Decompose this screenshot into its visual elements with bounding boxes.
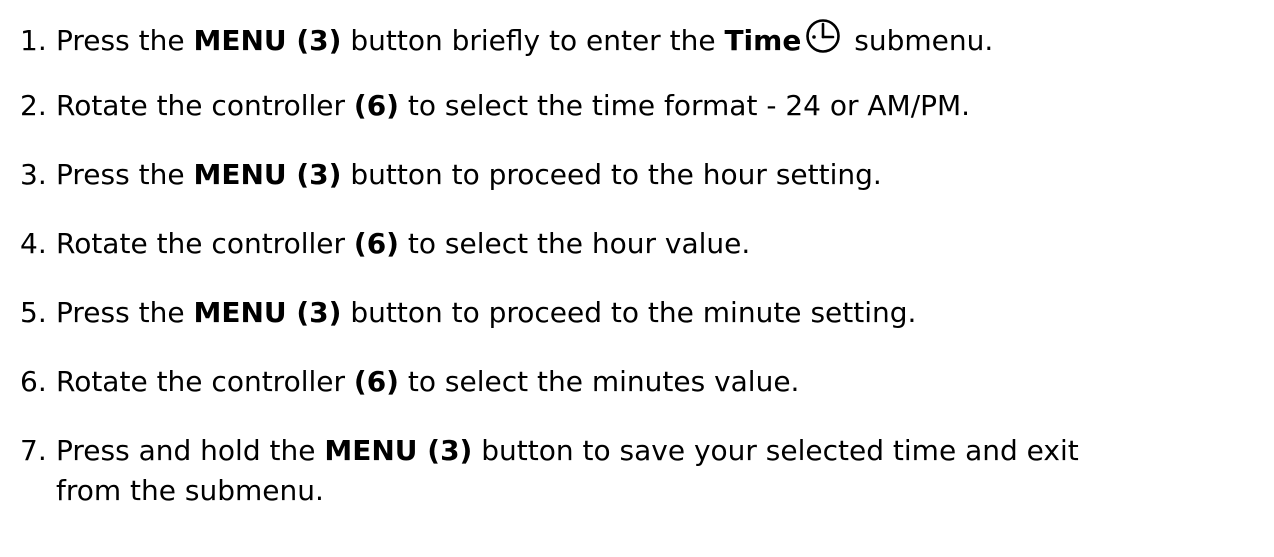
step-number: 6. (20, 365, 47, 398)
controller-reference: (6) (353, 227, 399, 260)
step-6: 6. Rotate the controller (6) to select th… (20, 362, 1250, 402)
step-number: 4. (20, 227, 47, 260)
step-text: Press the (56, 296, 194, 329)
step-2: 2. Rotate the controller (6) to select th… (20, 86, 1250, 126)
step-3: 3. Press the MENU (3) button to proceed t… (20, 155, 1250, 195)
clock-icon (805, 18, 841, 54)
step-text: to select the time format - 24 or AM/PM. (398, 89, 971, 122)
time-submenu-label: Time (724, 24, 802, 57)
step-continuation: from the submenu. (56, 474, 324, 507)
controller-reference: (6) (353, 89, 399, 122)
step-1: 1. Press the MENU (3) button briefly to e… (20, 18, 1250, 61)
menu-button-reference: MENU (3) (193, 296, 342, 329)
step-number: 5. (20, 296, 47, 329)
step-number: 7. (20, 434, 47, 467)
step-text: button to save your selected time and ex… (472, 434, 1079, 467)
step-text: button to proceed to the minute setting. (341, 296, 917, 329)
step-number: 1. (20, 24, 47, 57)
step-4: 4. Rotate the controller (6) to select th… (20, 224, 1250, 264)
menu-button-reference: MENU (3) (193, 158, 342, 191)
step-text: Press the (56, 24, 194, 57)
step-text: Press the (56, 158, 194, 191)
step-text: to select the minutes value. (398, 365, 800, 398)
instruction-list: 1. Press the MENU (3) button briefly to e… (0, 0, 1274, 557)
step-text: to select the hour value. (398, 227, 751, 260)
controller-reference: (6) (353, 365, 399, 398)
menu-button-reference: MENU (3) (324, 434, 473, 467)
step-text: button briefly to enter the (341, 24, 725, 57)
menu-button-reference: MENU (3) (193, 24, 342, 57)
step-number: 3. (20, 158, 47, 191)
step-text: Rotate the controller (56, 227, 354, 260)
step-text: submenu. (845, 24, 994, 57)
step-5: 5. Press the MENU (3) button to proceed t… (20, 293, 1250, 333)
step-text: Rotate the controller (56, 89, 354, 122)
step-text: Press and hold the (56, 434, 325, 467)
step-number: 2. (20, 89, 47, 122)
step-text: button to proceed to the hour setting. (341, 158, 882, 191)
step-text: Rotate the controller (56, 365, 354, 398)
step-7: 7. Press and hold the MENU (3) button to … (20, 431, 1250, 511)
